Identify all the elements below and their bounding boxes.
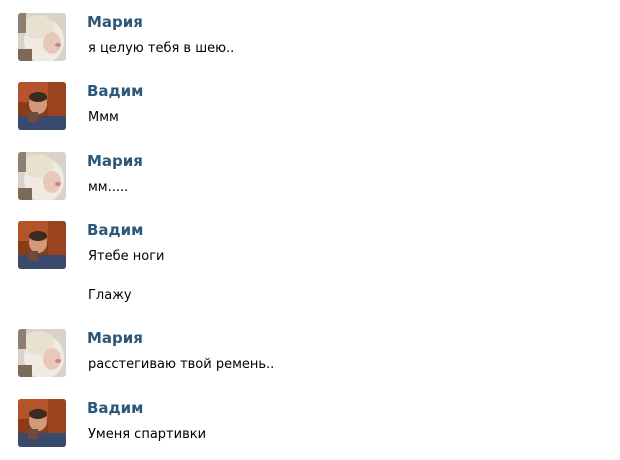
message-group: Вадим Ятебе ноги Глажу [18,221,608,311]
male-avatar-icon [18,82,66,130]
author-name[interactable]: Мария [87,329,143,347]
message-text: Ятебе ноги [88,249,165,264]
female-avatar-icon [18,152,66,200]
female-avatar-icon [18,329,66,377]
avatar[interactable] [18,329,66,377]
avatar[interactable] [18,221,66,269]
author-name[interactable]: Вадим [87,221,143,239]
author-name[interactable]: Вадим [87,399,143,417]
male-avatar-icon [18,399,66,447]
avatar[interactable] [18,13,66,61]
message-group: Вадим Ммм [18,82,608,130]
avatar[interactable] [18,399,66,447]
message-group: Мария я целую тебя в шею.. [18,13,608,61]
message-group: Вадим Уменя спартивки [18,399,608,447]
message-text: мм..... [88,180,129,195]
author-name[interactable]: Мария [87,13,143,31]
male-avatar-icon [18,221,66,269]
avatar[interactable] [18,152,66,200]
author-name[interactable]: Вадим [87,82,143,100]
message-text: Ммм [88,110,119,125]
female-avatar-icon [18,13,66,61]
message-text: Уменя спартивки [88,427,207,442]
chat-history: Мария я целую тебя в шею.. Вадим Ммм Мар… [0,0,620,460]
message-text: расстегиваю твой ремень.. [88,357,275,372]
message-text: я целую тебя в шею.. [88,41,235,56]
author-name[interactable]: Мария [87,152,143,170]
avatar[interactable] [18,82,66,130]
message-group: Мария расстегиваю твой ремень.. [18,329,608,377]
message-group: Мария мм..... [18,152,608,200]
message-text: Глажу [88,288,132,303]
